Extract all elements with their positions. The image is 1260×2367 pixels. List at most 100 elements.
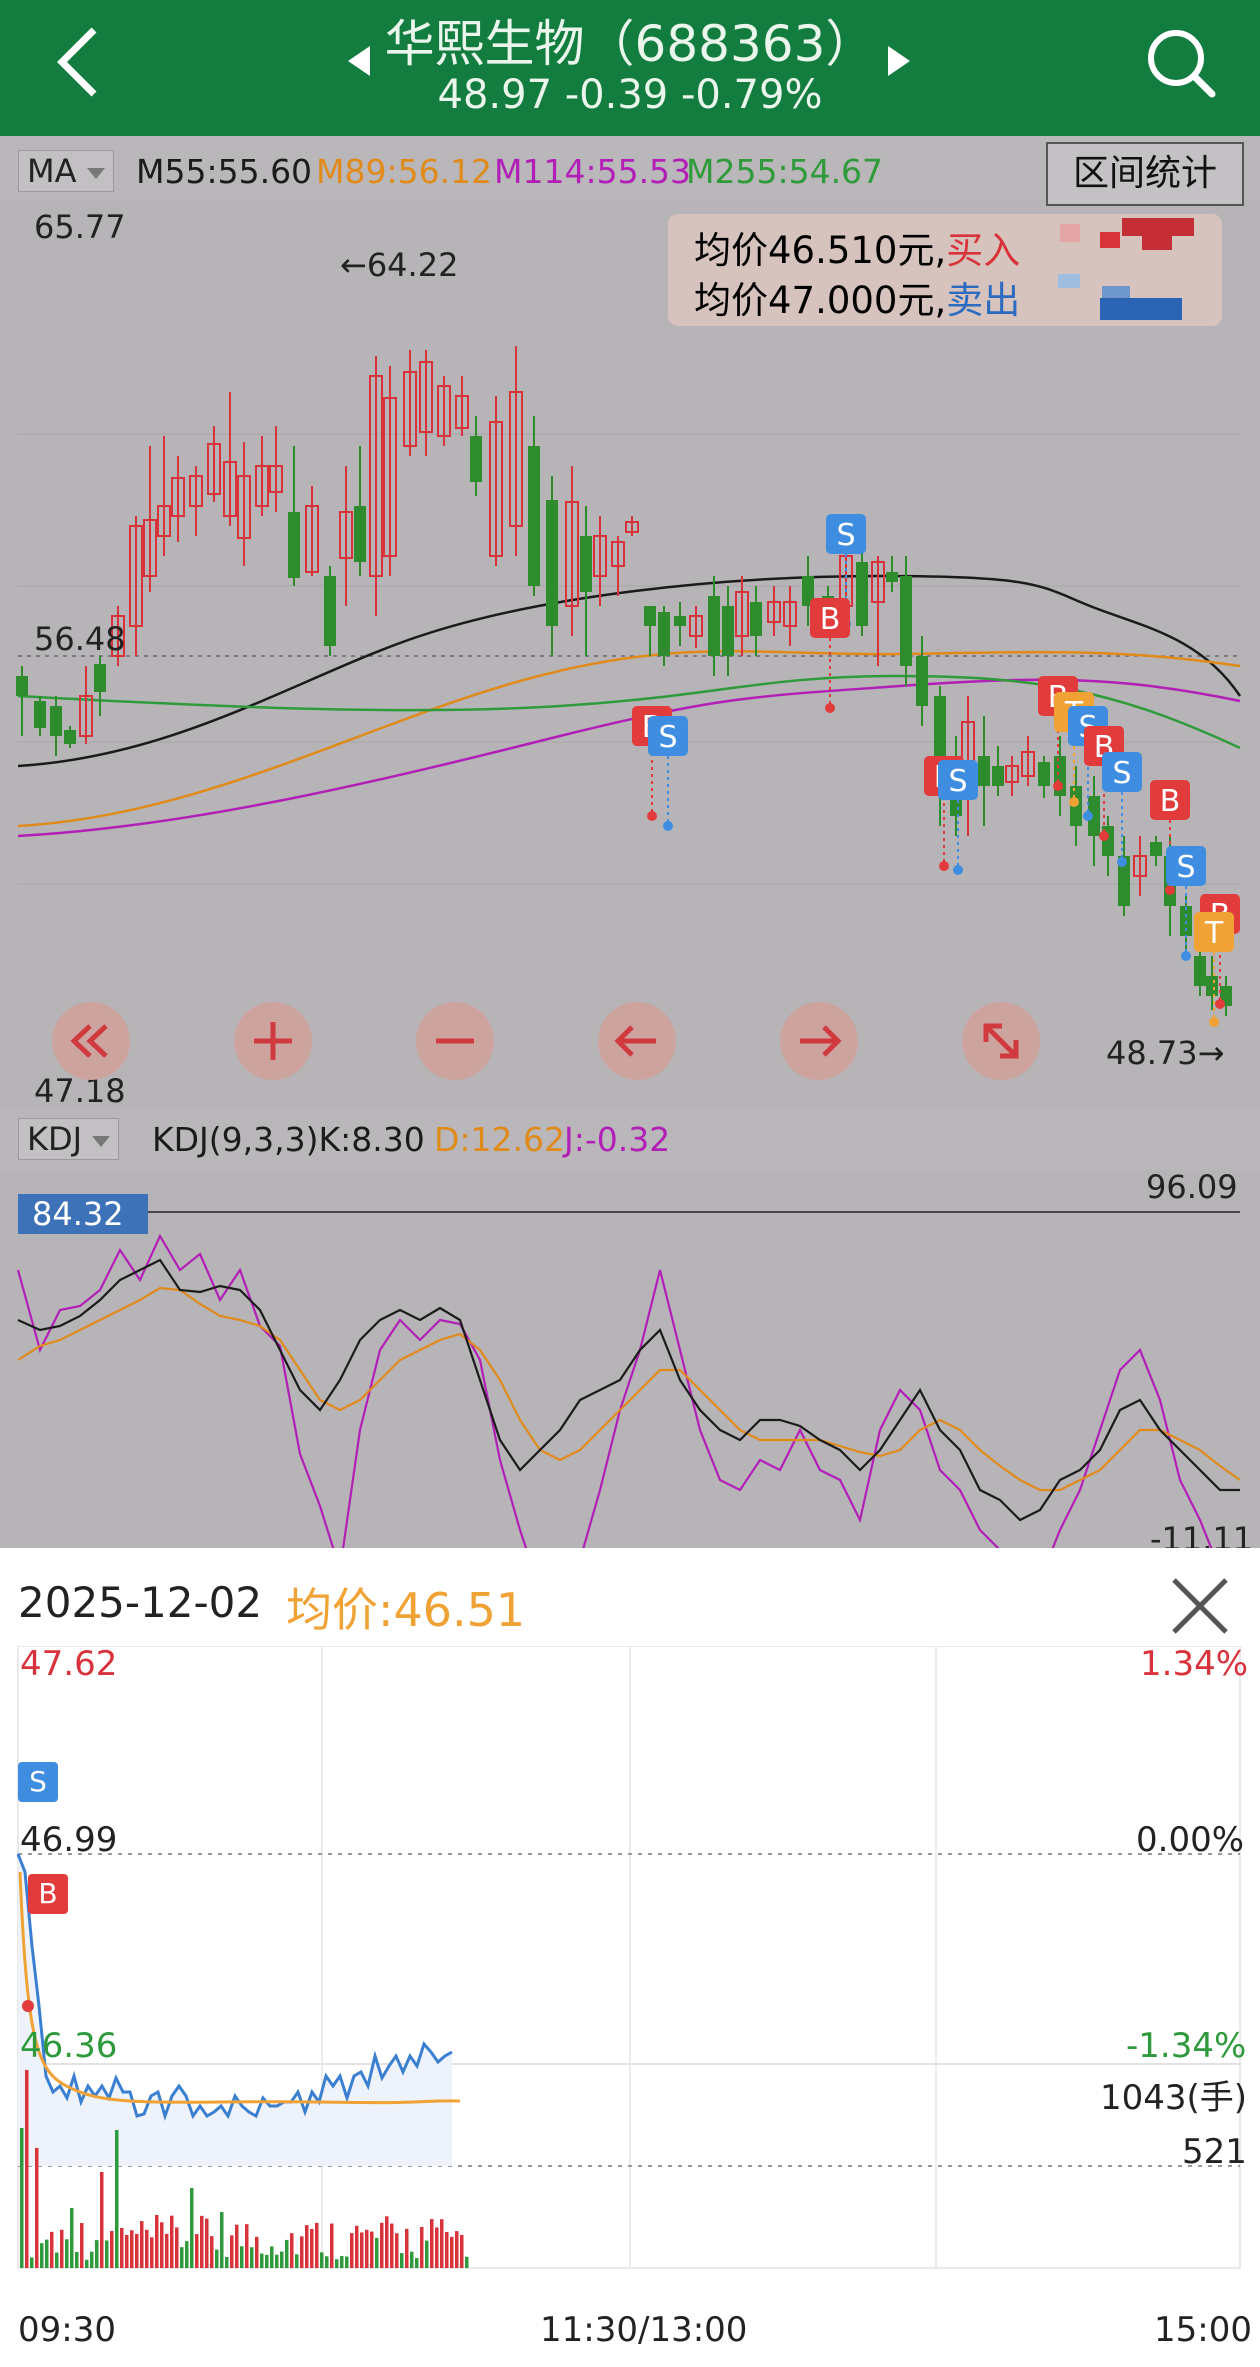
volume-bar xyxy=(125,2234,129,2268)
volume-max-label: 1043(手) xyxy=(1100,2078,1248,2118)
scroll-left-button[interactable] xyxy=(598,1002,676,1080)
volume-bar xyxy=(435,2227,439,2268)
volume-bar xyxy=(410,2251,414,2268)
last-price-label: 48.73→ xyxy=(1106,1034,1225,1072)
blurred-block xyxy=(1058,274,1080,288)
volume-bar xyxy=(265,2254,269,2268)
volume-bar xyxy=(275,2254,279,2268)
marker-dot xyxy=(663,821,673,831)
volume-bar xyxy=(65,2239,69,2268)
zoom-out-icon xyxy=(436,1038,474,1044)
scroll-right-button[interactable] xyxy=(780,1002,858,1080)
volume-bar xyxy=(135,2233,139,2268)
volume-bar xyxy=(30,2257,34,2268)
blurred-block xyxy=(1100,232,1120,248)
volume-bar xyxy=(330,2223,334,2268)
candle-body-down xyxy=(886,572,898,582)
volume-bar xyxy=(455,2231,459,2268)
candle-body-down xyxy=(546,500,558,626)
volume-bar xyxy=(25,2070,29,2268)
volume-bar xyxy=(325,2256,329,2268)
candle-body-down xyxy=(324,576,336,646)
volume-bar xyxy=(75,2251,79,2268)
average-price-box: 均价46.510元,买入 均价47.000元,卖出 xyxy=(668,214,1222,326)
candle-body-down xyxy=(94,664,106,692)
volume-bar xyxy=(365,2229,369,2268)
search-icon[interactable] xyxy=(1140,22,1220,102)
expand-button[interactable] xyxy=(962,1002,1040,1080)
volume-bar xyxy=(395,2233,399,2268)
marker-dot xyxy=(1083,811,1093,821)
sell-marker-label: S xyxy=(1176,850,1195,885)
detail-avg-price: 均价:46.51 xyxy=(286,1583,526,1637)
volume-bar xyxy=(335,2259,339,2268)
candle-body-down xyxy=(1038,762,1050,786)
kline-chart-area[interactable]: MA M55:55.60 M89:56.12 M114:55.53 M255:5… xyxy=(0,136,1260,1548)
pct-high-label: 1.34% xyxy=(1140,1644,1249,1684)
volume-bar xyxy=(40,2243,44,2268)
volume-bar xyxy=(130,2230,134,2268)
volume-bar xyxy=(300,2236,304,2268)
candle-body-down xyxy=(34,701,46,728)
volume-bar xyxy=(315,2222,319,2268)
marker-dot xyxy=(953,865,963,875)
buy-marker-label: B xyxy=(1160,784,1181,819)
volume-bar xyxy=(160,2222,164,2268)
volume-bar xyxy=(295,2254,299,2268)
buy-word: 买入 xyxy=(946,229,1021,272)
candle-body-down xyxy=(16,676,28,696)
marker-dot xyxy=(647,811,657,821)
volume-bar xyxy=(50,2231,54,2268)
kdj-top-label: 96.09 xyxy=(1146,1168,1238,1206)
volume-bar xyxy=(110,2231,114,2268)
kdj-d-line xyxy=(17,1286,1241,1492)
volume-bar xyxy=(440,2219,444,2268)
price-mid-label: 46.99 xyxy=(20,1820,118,1860)
volume-bar xyxy=(205,2218,209,2268)
volume-bar xyxy=(195,2234,199,2268)
close-icon[interactable] xyxy=(1168,1574,1232,1638)
volume-bar xyxy=(280,2251,284,2268)
volume-bar xyxy=(210,2236,214,2268)
kdj-selector-label: KDJ xyxy=(27,1120,83,1158)
volume-bar xyxy=(360,2232,364,2268)
double-left-button[interactable] xyxy=(52,1002,130,1080)
volume-bar xyxy=(400,2253,404,2268)
volume-bar xyxy=(240,2246,244,2268)
volume-bar xyxy=(450,2236,454,2268)
buy-point xyxy=(22,2000,34,2012)
candle-body-down xyxy=(644,606,656,626)
zoom-in-button[interactable] xyxy=(234,1002,312,1080)
candle-body-down xyxy=(708,596,720,656)
volume-bar xyxy=(355,2225,359,2268)
pct-mid-label: 0.00% xyxy=(1136,1820,1245,1860)
arrow-right-icon xyxy=(800,1025,842,1057)
kdj-chart[interactable] xyxy=(0,1170,1260,1548)
volume-mid-label: 521 xyxy=(1182,2132,1247,2172)
kdj-bottom-label: -11.11 xyxy=(1150,1520,1254,1548)
volume-bar xyxy=(420,2226,424,2268)
volume-bar xyxy=(430,2219,434,2268)
stock-title: 华熙生物（688363） xyxy=(384,15,876,73)
volume-bar xyxy=(390,2223,394,2268)
candle-body-down xyxy=(580,536,592,592)
buy-marker: B xyxy=(28,1874,68,1914)
intraday-chart[interactable] xyxy=(0,1646,1260,2366)
volume-bar xyxy=(235,2224,239,2268)
candle-body-down xyxy=(992,766,1004,786)
volume-bar xyxy=(245,2224,249,2268)
volume-bar xyxy=(260,2253,264,2268)
price-low-label: 46.36 xyxy=(20,2026,118,2066)
volume-bar xyxy=(225,2257,229,2268)
marker-dot xyxy=(939,861,949,871)
volume-bar xyxy=(175,2227,179,2268)
sell-marker-label: S xyxy=(948,764,967,799)
volume-bar xyxy=(250,2247,254,2268)
dropdown-caret-icon xyxy=(92,1135,111,1147)
volume-bar xyxy=(215,2249,219,2268)
marker-dot xyxy=(1069,797,1079,807)
kdj-selector[interactable]: KDJ xyxy=(18,1118,120,1160)
candle-body-down xyxy=(722,606,734,656)
kdj-params-label: KDJ(9,3,3) xyxy=(152,1120,319,1159)
zoom-out-button[interactable] xyxy=(416,1002,494,1080)
